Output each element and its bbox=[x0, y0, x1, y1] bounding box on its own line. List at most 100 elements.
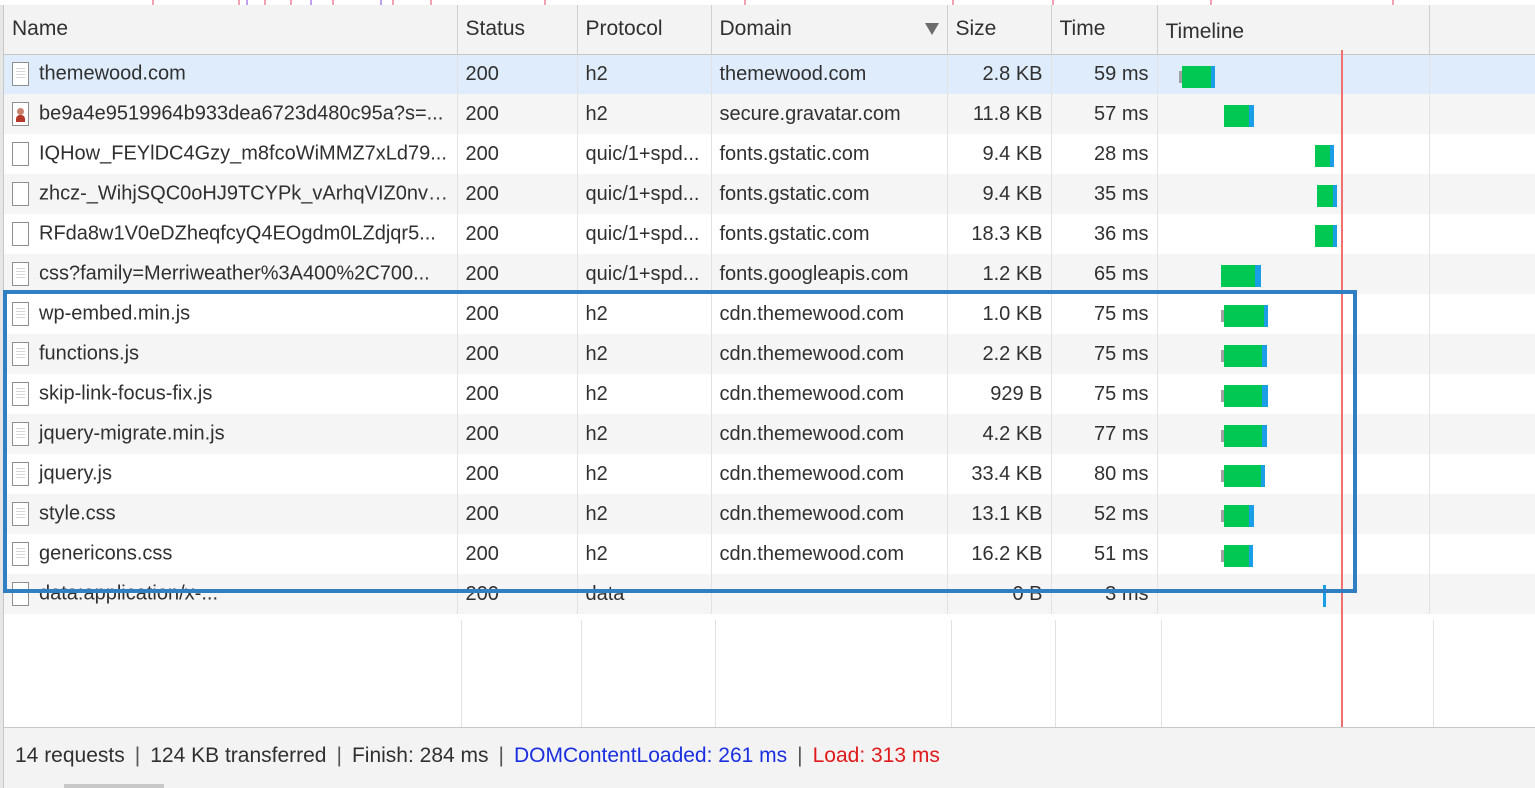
cell-protocol: quic/1+spd... bbox=[577, 174, 712, 214]
timeline-download-segment bbox=[1224, 465, 1262, 487]
cell-status: 200 bbox=[457, 294, 578, 334]
table-row[interactable]: themewood.com 200 h2 themewood.com 2.8 KB 59 … bbox=[4, 54, 1535, 94]
cell-name[interactable]: skip-link-focus-fix.js bbox=[4, 374, 458, 414]
table-row[interactable]: skip-link-focus-fix.js 200 h2 cdn.themewood… bbox=[4, 374, 1535, 414]
cell-spacer bbox=[1429, 254, 1535, 294]
cell-protocol: h2 bbox=[577, 494, 712, 534]
cell-spacer bbox=[1429, 574, 1535, 614]
timeline-download-segment bbox=[1182, 65, 1211, 88]
column-header-time[interactable]: Time bbox=[1051, 5, 1158, 55]
cell-time: 77 ms bbox=[1051, 414, 1158, 454]
table-row[interactable]: genericons.css 200 h2 cdn.themewood.com 16.2… bbox=[4, 534, 1535, 574]
cell-domain: fonts.googleapis.com bbox=[711, 254, 948, 294]
timeline-content-segment bbox=[1330, 145, 1335, 167]
cell-domain: themewood.com bbox=[711, 54, 948, 94]
cell-protocol: quic/1+spd... bbox=[577, 254, 712, 294]
cell-size: 16.2 KB bbox=[947, 534, 1052, 574]
cell-size: 11.8 KB bbox=[947, 94, 1052, 134]
dom-content-loaded-time: DOMContentLoaded: 261 ms bbox=[513, 744, 788, 767]
cell-timeline bbox=[1157, 294, 1430, 334]
timeline-bar bbox=[1224, 105, 1257, 127]
cell-domain: fonts.gstatic.com bbox=[711, 214, 948, 254]
table-row[interactable]: style.css 200 h2 cdn.themewood.com 13.1 KB 52… bbox=[4, 494, 1535, 534]
table-row[interactable]: functions.js 200 h2 cdn.themewood.com 2.2 KB… bbox=[4, 334, 1535, 374]
cell-size: 1.2 KB bbox=[947, 254, 1052, 294]
request-name: jquery.js bbox=[39, 462, 112, 485]
cell-size: 9.4 KB bbox=[947, 174, 1052, 214]
cell-name[interactable]: zhcz-_WihjSQC0oHJ9TCYPk_vArhqVIZ0nv9... bbox=[4, 174, 458, 214]
cell-time: 75 ms bbox=[1051, 334, 1158, 374]
table-row[interactable]: zhcz-_WihjSQC0oHJ9TCYPk_vArhqVIZ0nv9... 2… bbox=[4, 174, 1535, 214]
request-name: IQHow_FEYlDC4Gzy_m8fcoWiMMZ7xLd79... bbox=[39, 142, 447, 165]
table-row[interactable]: jquery.js 200 h2 cdn.themewood.com 33.4 KB 80… bbox=[4, 454, 1535, 494]
timeline-content-segment bbox=[1262, 425, 1267, 447]
timeline-content-segment bbox=[1262, 345, 1267, 367]
table-row[interactable]: jquery-migrate.min.js 200 h2 cdn.themewood.… bbox=[4, 414, 1535, 454]
timeline-content-segment bbox=[1332, 185, 1337, 207]
cell-name[interactable]: style.css bbox=[4, 494, 458, 534]
status-bar: 14 requests | 124 KB transferred | Finish: 2… bbox=[4, 727, 1535, 788]
cell-domain: fonts.gstatic.com bbox=[711, 134, 948, 174]
finish-time: Finish: 284 ms bbox=[351, 744, 489, 767]
request-name: RFda8w1V0eDZheqfcyQ4EOgdm0LZdjqr5... bbox=[39, 222, 436, 245]
table-row[interactable]: data:application/x-... 200 data 0 B3 ms bbox=[4, 574, 1535, 614]
horizontal-scrollbar-thumb[interactable] bbox=[64, 784, 164, 788]
table-row[interactable]: RFda8w1V0eDZheqfcyQ4EOgdm0LZdjqr5... 200 q… bbox=[4, 214, 1535, 254]
column-header-size[interactable]: Size bbox=[947, 5, 1052, 55]
timeline-bar bbox=[1315, 225, 1340, 247]
cell-name[interactable]: genericons.css bbox=[4, 534, 458, 574]
timeline-bar bbox=[1221, 505, 1257, 527]
cell-status: 200 bbox=[457, 574, 578, 614]
timeline-content-segment bbox=[1255, 265, 1261, 287]
table-row[interactable]: IQHow_FEYlDC4Gzy_m8fcoWiMMZ7xLd79... 200 q… bbox=[4, 134, 1535, 174]
timeline-content-segment bbox=[1248, 545, 1253, 567]
column-header-name[interactable]: Name bbox=[4, 5, 458, 55]
cell-name[interactable]: wp-embed.min.js bbox=[4, 294, 458, 334]
table-row[interactable]: wp-embed.min.js 200 h2 cdn.themewood.com 1.0… bbox=[4, 294, 1535, 334]
cell-size: 18.3 KB bbox=[947, 214, 1052, 254]
cell-name[interactable]: jquery.js bbox=[4, 454, 458, 494]
timeline-download-segment bbox=[1224, 505, 1249, 527]
cell-name[interactable]: css?family=Merriweather%3A400%2C700... bbox=[4, 254, 458, 294]
cell-status: 200 bbox=[457, 414, 578, 454]
timeline-content-segment bbox=[1210, 65, 1215, 88]
cell-name[interactable]: jquery-migrate.min.js bbox=[4, 414, 458, 454]
cell-spacer bbox=[1429, 214, 1535, 254]
cell-size: 1.0 KB bbox=[947, 294, 1052, 334]
cell-name[interactable]: RFda8w1V0eDZheqfcyQ4EOgdm0LZdjqr5... bbox=[4, 214, 458, 254]
document-icon bbox=[12, 302, 29, 326]
column-header-domain[interactable]: Domain bbox=[711, 5, 948, 55]
timeline-bar bbox=[1221, 265, 1263, 287]
cell-protocol: h2 bbox=[577, 334, 712, 374]
cell-protocol: h2 bbox=[577, 374, 712, 414]
column-header-protocol[interactable]: Protocol bbox=[577, 5, 712, 55]
request-name: css?family=Merriweather%3A400%2C700... bbox=[39, 262, 430, 285]
blank-file-icon bbox=[12, 182, 29, 206]
timeline-bar bbox=[1221, 345, 1269, 367]
cell-status: 200 bbox=[457, 174, 578, 214]
cell-status: 200 bbox=[457, 94, 578, 134]
cell-name[interactable]: data:application/x-... bbox=[4, 574, 458, 614]
cell-time: 80 ms bbox=[1051, 454, 1158, 494]
table-row[interactable]: css?family=Merriweather%3A400%2C700... 20… bbox=[4, 254, 1535, 294]
column-header-status[interactable]: Status bbox=[457, 5, 578, 55]
cell-timeline bbox=[1157, 214, 1430, 254]
cell-timeline bbox=[1157, 134, 1430, 174]
request-name: style.css bbox=[39, 502, 116, 525]
cell-name[interactable]: be9a4e9519964b933dea6723d480c95a?s=... bbox=[4, 94, 458, 134]
cell-timeline bbox=[1157, 94, 1430, 134]
timeline-download-segment bbox=[1315, 225, 1333, 247]
cell-time: 35 ms bbox=[1051, 174, 1158, 214]
table-row[interactable]: be9a4e9519964b933dea6723d480c95a?s=... 20… bbox=[4, 94, 1535, 134]
cell-status: 200 bbox=[457, 494, 578, 534]
cell-name[interactable]: functions.js bbox=[4, 334, 458, 374]
cell-domain bbox=[711, 574, 948, 614]
cell-size: 13.1 KB bbox=[947, 494, 1052, 534]
timeline-bar bbox=[1221, 305, 1270, 327]
request-name: genericons.css bbox=[39, 542, 173, 565]
timeline-content-segment bbox=[1262, 385, 1268, 407]
cell-name[interactable]: themewood.com bbox=[4, 54, 458, 94]
cell-protocol: quic/1+spd... bbox=[577, 134, 712, 174]
column-header-timeline[interactable]: Timeline bbox=[1157, 5, 1430, 55]
cell-name[interactable]: IQHow_FEYlDC4Gzy_m8fcoWiMMZ7xLd79... bbox=[4, 134, 458, 174]
